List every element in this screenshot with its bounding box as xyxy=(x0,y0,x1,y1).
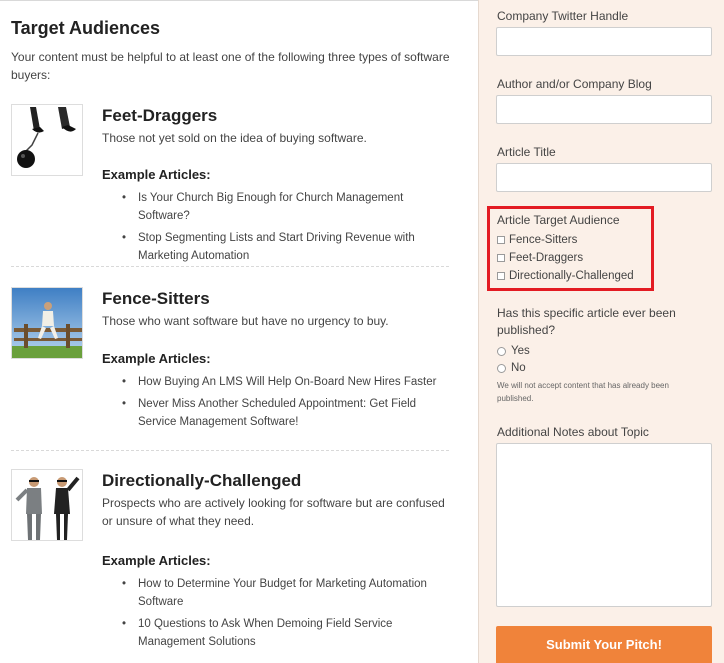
feet-draggers-image xyxy=(11,104,83,176)
list-item: Never Miss Another Scheduled Appointment… xyxy=(120,395,450,431)
additional-notes-label: Additional Notes about Topic xyxy=(497,425,649,439)
example-articles-list: How Buying An LMS Will Help On-Board New… xyxy=(120,373,450,435)
audience-description: Prospects who are actively looking for s… xyxy=(102,496,445,528)
divider xyxy=(11,266,449,267)
checkbox[interactable] xyxy=(497,272,505,280)
twitter-handle-label: Company Twitter Handle xyxy=(497,9,629,23)
published-radio-yes[interactable]: Yes xyxy=(497,345,530,357)
radio[interactable] xyxy=(497,363,506,373)
twitter-handle-input[interactable] xyxy=(496,27,712,56)
checkbox[interactable] xyxy=(497,236,505,244)
published-question-label: Has this specific article ever been publ… xyxy=(497,306,676,337)
audience-description: Those who want software but have no urge… xyxy=(102,314,389,328)
fence-sitters-image xyxy=(11,287,83,359)
audience-title: Feet-Draggers xyxy=(102,106,218,125)
radio-label: No xyxy=(511,362,526,374)
published-note: We will not accept content that has alre… xyxy=(497,381,669,403)
example-articles-list: How to Determine Your Budget for Marketi… xyxy=(120,575,450,655)
target-audience-label: Article Target Audience xyxy=(497,213,620,227)
list-item: How to Determine Your Budget for Marketi… xyxy=(120,575,450,611)
example-articles-list: Is Your Church Big Enough for Church Man… xyxy=(120,189,450,269)
article-title-label: Article Title xyxy=(497,145,556,159)
radio[interactable] xyxy=(497,346,506,356)
published-radio-no[interactable]: No xyxy=(497,362,526,374)
audience-description: Those not yet sold on the idea of buying… xyxy=(102,131,367,145)
author-blog-input[interactable] xyxy=(496,95,712,124)
example-articles-label: Example Articles: xyxy=(102,351,211,366)
article-title-input[interactable] xyxy=(496,163,712,192)
page-title: Target Audiences xyxy=(11,18,161,38)
author-blog-label: Author and/or Company Blog xyxy=(497,77,652,91)
example-articles-label: Example Articles: xyxy=(102,553,211,568)
audience-title: Fence-Sitters xyxy=(102,289,210,308)
content-panel: Target Audiences Your content must be he… xyxy=(0,0,478,663)
additional-notes-textarea[interactable] xyxy=(496,443,712,607)
list-item: Stop Segmenting Lists and Start Driving … xyxy=(120,229,450,265)
list-item: Is Your Church Big Enough for Church Man… xyxy=(120,189,450,225)
list-item: 10 Questions to Ask When Demoing Field S… xyxy=(120,615,450,651)
checkbox-label: Feet-Draggers xyxy=(509,252,584,264)
checkbox-label: Directionally-Challenged xyxy=(509,270,634,282)
radio-label: Yes xyxy=(511,345,530,357)
audience-checkbox-feet-draggers[interactable]: Feet-Draggers xyxy=(497,252,583,264)
directionally-challenged-image xyxy=(11,469,83,541)
example-articles-label: Example Articles: xyxy=(102,167,211,182)
divider xyxy=(11,450,449,451)
audience-checkbox-directionally-challenged[interactable]: Directionally-Challenged xyxy=(497,270,634,282)
list-item: How Buying An LMS Will Help On-Board New… xyxy=(120,373,450,391)
checkbox-label: Fence-Sitters xyxy=(509,234,578,246)
submit-pitch-button[interactable]: Submit Your Pitch! xyxy=(496,626,712,663)
audience-checkbox-fence-sitters[interactable]: Fence-Sitters xyxy=(497,234,577,246)
checkbox[interactable] xyxy=(497,254,505,262)
audience-title: Directionally-Challenged xyxy=(102,471,302,490)
intro-text: Your content must be helpful to at least… xyxy=(11,50,450,82)
